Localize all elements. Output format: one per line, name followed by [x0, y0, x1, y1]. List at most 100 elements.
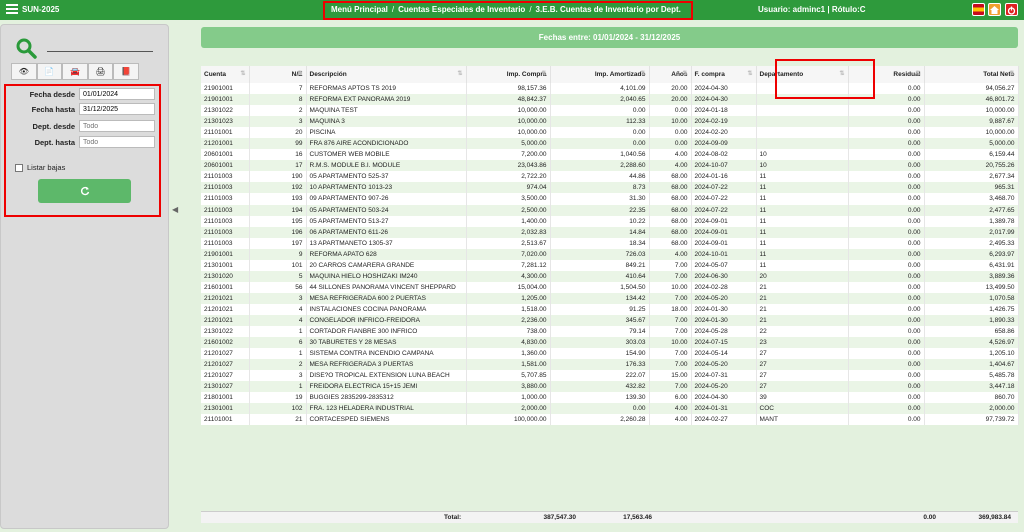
cell-imp-compra: 7,020.00 — [466, 248, 551, 260]
cell-imp-amortizado: 8.73 — [550, 182, 650, 194]
cell-imp-compra: 2,000.00 — [466, 403, 551, 415]
total-total-neto: 369,983.84 — [978, 514, 1011, 521]
power-icon[interactable] — [1005, 3, 1018, 16]
table-row[interactable]: 21101001 20 PISCINA 10,000.00 0.00 0.00 2024-0… — [201, 127, 1019, 139]
col-header-ne[interactable]: N/E ⇅ — [249, 66, 307, 83]
table-row[interactable]: 21901001 8 REFORMA EXT PANORAMA 2019 48,842… — [201, 94, 1019, 106]
table-row[interactable]: 21601002 6 30 TABURETES Y 28 MESAS 4,830.00… — [201, 337, 1019, 349]
document-icon[interactable]: 📄 — [36, 63, 63, 80]
cell-cuenta: 21301023 — [201, 116, 250, 128]
table-row[interactable]: 21201021 4 INSTALACIONES COCINA PANORAMA 1,… — [201, 303, 1019, 315]
table-row[interactable]: 21101003 195 05 APARTAMENTO 513-27 1,400.00… — [201, 215, 1019, 227]
table-row[interactable]: 21101003 192 10 APARTAMENTO 1013-23 974.04 8… — [201, 182, 1019, 194]
search-input[interactable] — [47, 51, 153, 52]
cell-descripcion: 30 TABURETES Y 28 MESAS — [306, 337, 467, 349]
cell-f-compra: 2024-09-09 — [691, 138, 757, 150]
cell-ne: 4 — [249, 303, 307, 315]
cell-ne: 190 — [249, 171, 307, 183]
listar-bajas-checkbox[interactable] — [15, 163, 23, 172]
cell-ne: 3 — [249, 370, 307, 382]
cell-cuenta: 21201021 — [201, 303, 250, 315]
cell-f-compra: 2024-05-20 — [691, 381, 757, 393]
table-row[interactable]: 21301023 3 MAQUINA 3 10,000.00 112.33 10.00 20… — [201, 116, 1019, 128]
table-row[interactable]: 21201027 1 SISTEMA CONTRA INCENDIO CAMPANA… — [201, 348, 1019, 360]
table-row[interactable]: 20601001 17 R.M.S. MODULE B.I. MODULE 23,04… — [201, 160, 1019, 172]
cell-departamento — [756, 138, 849, 150]
hamburger-menu-icon[interactable] — [6, 4, 18, 16]
cell-imp-amortizado: 1,504.50 — [550, 281, 650, 293]
table-row[interactable]: 21101001 21 CORTACESPED SIEMENS 100,000.00 2… — [201, 414, 1019, 426]
collapse-sidebar-icon[interactable]: ◀ — [172, 205, 178, 214]
cell-cuenta: 21201021 — [201, 314, 250, 327]
table-row[interactable]: 21901001 7 REFORMAS APTOS TS 2019 98,157.36… — [201, 83, 1019, 95]
cell-ne: 101 — [249, 259, 307, 271]
table-row[interactable]: 21101003 190 05 APARTAMENTO 525-37 2,722.20… — [201, 171, 1019, 183]
cell-f-compra: 2024-07-31 — [691, 370, 757, 382]
printer-icon[interactable]: 🖨 — [87, 63, 114, 80]
col-header-anos[interactable]: Años ⇅ — [649, 66, 692, 83]
spain-flag-icon[interactable] — [972, 3, 985, 16]
cell-cuenta: 21101003 — [201, 237, 250, 249]
cell-cuenta: 21301001 — [201, 259, 250, 271]
cell-residual: 0.00 — [848, 281, 925, 293]
dept-hasta-field[interactable] — [79, 136, 155, 148]
cell-departamento: 27 — [756, 370, 849, 382]
cell-imp-compra: 5,000.00 — [466, 138, 551, 150]
cell-imp-amortizado: 10.22 — [550, 215, 650, 227]
cell-imp-amortizado: 345.67 — [550, 314, 650, 327]
fecha-hasta-field[interactable] — [79, 103, 155, 115]
table-row[interactable]: 20601001 16 CUSTOMER WEB MOBILE 7,200.00 1,0… — [201, 149, 1019, 161]
table-row[interactable]: 21301020 5 MAQUINA HIELO HOSHIZAKI IM240 4,… — [201, 270, 1019, 282]
cell-f-compra: 2024-02-27 — [691, 414, 757, 426]
col-header-descripcion[interactable]: Descripción ⇅ — [306, 66, 467, 83]
table-row[interactable]: 21901001 9 REFORMA APATO 628 7,020.00 726.03… — [201, 248, 1019, 260]
table-row[interactable]: 21301001 102 FRA. 123 HELADERA INDUSTRIAL 2… — [201, 403, 1019, 415]
cell-total-neto: 3,889.36 — [924, 270, 1019, 282]
cell-departamento: 27 — [756, 381, 849, 393]
col-header-imp-compra[interactable]: Imp. Compra ⇅ — [466, 66, 551, 83]
table-row[interactable]: 21301027 1 FREIDORA ELECTRICA 15+15 JEMI 3,… — [201, 381, 1019, 393]
fecha-desde-field[interactable] — [79, 88, 155, 100]
table-row[interactable]: 21301001 101 20 CARROS CAMARERA GRANDE 7,28… — [201, 259, 1019, 271]
cell-imp-amortizado: 222.07 — [550, 370, 650, 382]
table-row[interactable]: 21201021 4 CONGELADOR INFRICO-FREIDORA 2,23… — [201, 314, 1019, 327]
table-row[interactable]: 21201027 3 DISE?O TROPICAL EXTENSION LUNA … — [201, 370, 1019, 382]
table-row[interactable]: 21101003 196 06 APARTAMENTO 611-26 2,032.83… — [201, 226, 1019, 238]
table-row[interactable]: 21101003 194 05 APARTAMENTO 503-24 2,500.00… — [201, 204, 1019, 216]
table-row[interactable]: 21101003 193 09 APARTAMENTO 907-26 3,500.00… — [201, 193, 1019, 205]
cell-f-compra: 2024-09-01 — [691, 215, 757, 227]
dept-desde-field[interactable] — [79, 120, 155, 132]
cell-imp-compra: 7,281.12 — [466, 259, 551, 271]
cell-cuenta: 21201001 — [201, 138, 250, 150]
cell-descripcion: 05 APARTAMENTO 513-27 — [306, 215, 467, 227]
table-row[interactable]: 21101003 197 13 APARTMANETO 1305-37 2,513.6… — [201, 237, 1019, 249]
col-header-cuenta[interactable]: Cuenta ⇅ — [201, 66, 250, 83]
view-icon[interactable]: 👁 — [11, 63, 37, 80]
col-header-f-compra[interactable]: F. compra ⇅ — [691, 66, 757, 83]
cell-imp-compra: 5,707.85 — [466, 370, 551, 382]
col-header-total-neto[interactable]: Total Neto ⇅ — [924, 66, 1019, 83]
breadcrumb-main-menu[interactable]: Menú Principal — [331, 5, 388, 14]
table-row[interactable]: 21301022 2 MAQUINA TEST 10,000.00 0.00 0.00 20… — [201, 105, 1019, 117]
cell-ne: 5 — [249, 270, 307, 282]
home-icon[interactable] — [988, 3, 1001, 16]
breadcrumb-special-accounts[interactable]: Cuentas Especiales de Inventario — [398, 5, 525, 14]
col-header-imp-amortizado[interactable]: Imp. Amortizado ⇅ — [550, 66, 650, 83]
pdf-icon[interactable]: 📕 — [113, 63, 139, 80]
cell-imp-compra: 1,000.00 — [466, 392, 551, 404]
table-row[interactable]: 21201021 3 MESA REFRIGERADA 600 2 PUERTAS 1… — [201, 292, 1019, 304]
cell-total-neto: 9,887.67 — [924, 116, 1019, 128]
refresh-button[interactable] — [38, 179, 131, 203]
table-row[interactable]: 21201027 2 MESA REFRIGERADA 3 PUERTAS 1,581… — [201, 359, 1019, 371]
table-row[interactable]: 21201001 99 FRA 876 AIRE ACONDICIONADO 5,00… — [201, 138, 1019, 150]
cell-ne: 8 — [249, 94, 307, 106]
search-icon[interactable] — [15, 37, 37, 61]
total-residual: 0.00 — [923, 514, 936, 521]
cell-total-neto: 6,431.91 — [924, 259, 1019, 271]
table-row[interactable]: 21301022 1 CORTADOR FIANBRE 300 INFRICO 738… — [201, 326, 1019, 338]
cell-cuenta: 21101003 — [201, 171, 250, 183]
table-row[interactable]: 21601001 56 44 SILLONES PANORAMA VINCENT S… — [201, 281, 1019, 293]
cell-residual: 0.00 — [848, 149, 925, 161]
car-icon[interactable]: 🚘 — [62, 63, 88, 80]
table-row[interactable]: 21801001 19 BUGGIES 2835299-2835312 1,000.0… — [201, 392, 1019, 404]
